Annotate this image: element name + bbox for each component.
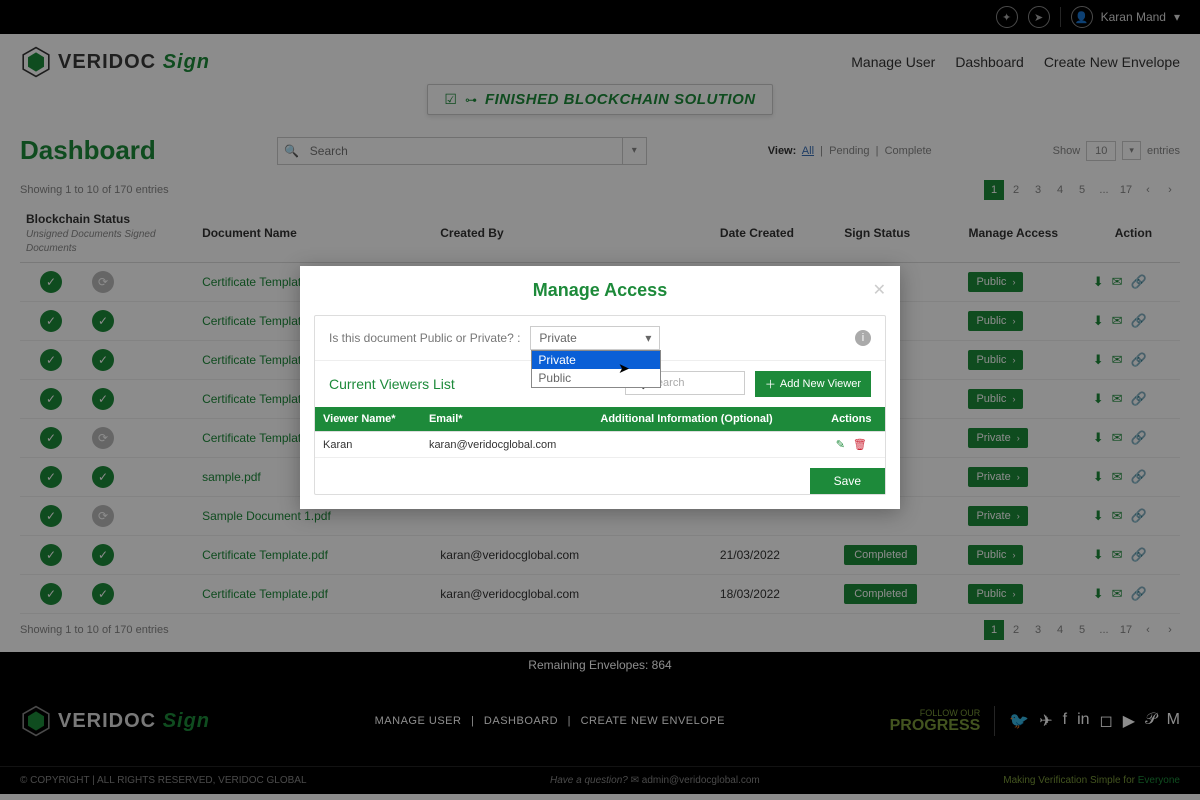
info-icon[interactable]: i	[855, 330, 871, 346]
viewer-row: Karankaran@veridocglobal.com✎🗑	[315, 432, 885, 458]
chevron-down-icon: ▾	[645, 331, 651, 345]
add-viewer-button[interactable]: ＋ Add New Viewer	[755, 371, 871, 397]
modal-title: Manage Access	[314, 280, 886, 301]
viewers-table: Viewer Name* Email* Additional Informati…	[315, 407, 885, 458]
privacy-select[interactable]: Private ▾ Private Public	[530, 326, 660, 350]
privacy-dropdown: Private Public	[531, 350, 661, 388]
viewers-title: Current Viewers List	[329, 376, 455, 392]
privacy-question: Is this document Public or Private? :	[329, 331, 520, 345]
option-public[interactable]: Public	[532, 369, 660, 387]
delete-icon[interactable]: 🗑	[853, 438, 867, 451]
close-icon[interactable]: ✕	[873, 280, 886, 300]
option-private[interactable]: Private	[532, 351, 660, 369]
plus-icon: ＋	[765, 376, 776, 392]
edit-icon[interactable]: ✎	[836, 438, 845, 451]
save-button[interactable]: Save	[810, 468, 885, 494]
manage-access-modal: Manage Access ✕ Is this document Public …	[300, 266, 900, 509]
